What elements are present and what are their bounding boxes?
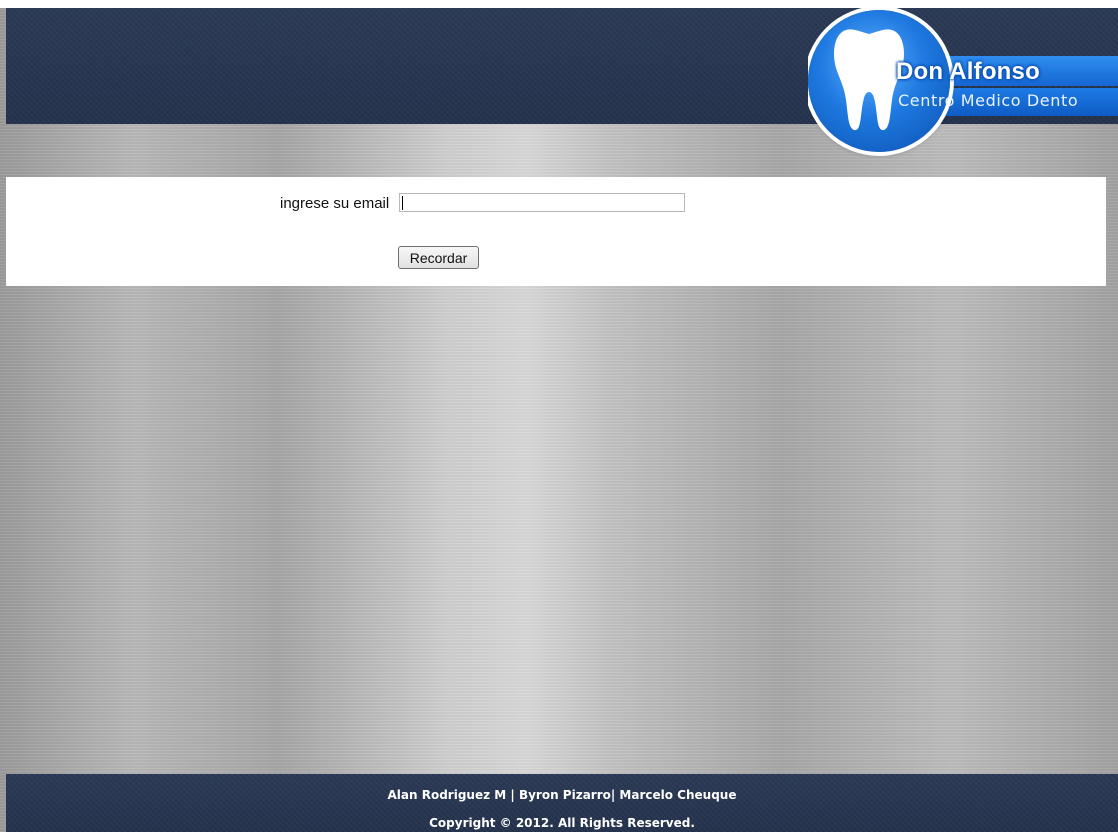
logo-title: Don Alfonso — [896, 58, 1040, 85]
top-strip — [0, 0, 1118, 8]
email-label: ingrese su email — [280, 195, 390, 212]
email-input[interactable] — [399, 193, 685, 212]
site-logo[interactable]: Don Alfonso Centro Medico Dento — [808, 8, 1118, 158]
text-caret — [402, 196, 403, 210]
recordar-button[interactable]: Recordar — [398, 246, 479, 269]
recover-form-panel: ingrese su email Recordar — [6, 177, 1106, 286]
footer-authors: Alan Rodriguez M | Byron Pizarro| Marcel… — [387, 788, 737, 802]
footer-copyright: Copyright © 2012. All Rights Reserved. — [429, 816, 695, 830]
site-footer: Alan Rodriguez M | Byron Pizarro| Marcel… — [6, 774, 1118, 832]
logo-subtitle: Centro Medico Dento — [898, 91, 1079, 110]
page: Don Alfonso Centro Medico Dento ingrese … — [0, 0, 1118, 832]
